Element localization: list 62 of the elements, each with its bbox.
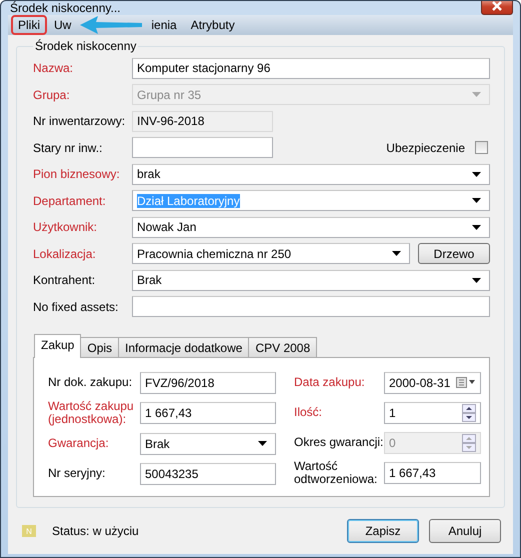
field-label: Kontrahent: (33, 273, 96, 288)
field-label: Nr inwentarzowy: (33, 114, 126, 128)
tab[interactable]: Informacje dodatkowe (118, 337, 250, 357)
field-label: Nr seryjny: (48, 467, 106, 480)
field-label: Pion biznesowy: (33, 167, 121, 182)
text-field[interactable] (132, 137, 273, 158)
spinner-icon (462, 404, 476, 422)
tab[interactable]: Zakup (34, 334, 82, 358)
field-label: Nr dok. zakupu: (48, 376, 134, 389)
field-label: Stary nr inw.: (33, 140, 104, 155)
text-field[interactable] (132, 296, 490, 318)
arrow-annotation (80, 16, 142, 34)
text-field[interactable]: Komputer stacjonarny 96 (132, 58, 490, 79)
window-title: Środek niskocenny... (9, 1, 121, 15)
menu-item[interactable]: Uw (47, 15, 78, 35)
dialog-button[interactable]: Zapisz (347, 519, 419, 543)
dropdown[interactable]: Brak (140, 432, 276, 454)
field-label: Wartość zakupu (jednostkowa): (48, 400, 135, 426)
dropdown-arrow-icon (472, 198, 481, 204)
close-button[interactable] (481, 1, 513, 14)
field-label: Nazwa: (33, 61, 74, 76)
dropdown-arrow-icon (472, 278, 481, 283)
text-field[interactable]: 1 667,43 (140, 402, 276, 424)
checkbox[interactable] (475, 141, 488, 154)
date-picker[interactable]: 2000-08-31 (384, 372, 481, 394)
menu-item[interactable]: Atrybuty (184, 15, 242, 35)
calendar-icon (456, 377, 476, 388)
dropdown[interactable]: Nowak Jan (132, 216, 490, 238)
field-label: Lokalizacja: (33, 246, 97, 261)
dropdown[interactable]: brak (132, 164, 490, 185)
number-field[interactable]: 1 (384, 402, 481, 424)
dropdown-arrow-icon (472, 224, 481, 230)
field-label: No fixed assets: (33, 300, 120, 314)
field-label: Użytkownik: (33, 220, 98, 234)
spinner-icon (462, 434, 476, 452)
dialog-button[interactable]: Anuluj (429, 519, 501, 543)
dropdown-arrow-icon (472, 172, 481, 177)
close-icon (491, 1, 503, 11)
status-badge: N (22, 525, 36, 537)
field-label: Wartość odtworzeniowa: (294, 460, 378, 486)
field-label: Data zakupu: (294, 376, 366, 389)
tab[interactable]: CPV 2008 (248, 337, 318, 357)
field-label: Grupa: (33, 88, 71, 102)
tree-button[interactable]: Drzewo (418, 243, 490, 264)
dropdown[interactable]: Pracownia chemiczna nr 250 (132, 243, 410, 264)
tab[interactable]: Opis (80, 337, 120, 357)
status-text: Status: w użyciu (52, 524, 139, 538)
field-label: Ilość: (294, 406, 324, 419)
dropdown-arrow-icon (258, 441, 267, 446)
text-field[interactable]: FVZ/96/2018 (140, 372, 276, 394)
text-field[interactable]: 1 667,43 (384, 462, 481, 484)
dropdown[interactable]: Brak (132, 270, 490, 291)
group-title: Środek niskocenny (34, 39, 138, 53)
readonly-field: INV-96-2018 (132, 110, 273, 132)
field-label: Departament: (33, 194, 107, 208)
menu-item[interactable]: ienia (144, 15, 184, 35)
dropdown-arrow-icon (392, 251, 401, 256)
checkbox-label: Ubezpieczenie (386, 140, 465, 155)
dropdown-arrow-icon (472, 92, 481, 98)
field-label: Okres gwarancji: (294, 436, 384, 449)
field-label: Gwarancja: (48, 437, 110, 450)
text-field[interactable]: 50043235 (140, 462, 276, 484)
